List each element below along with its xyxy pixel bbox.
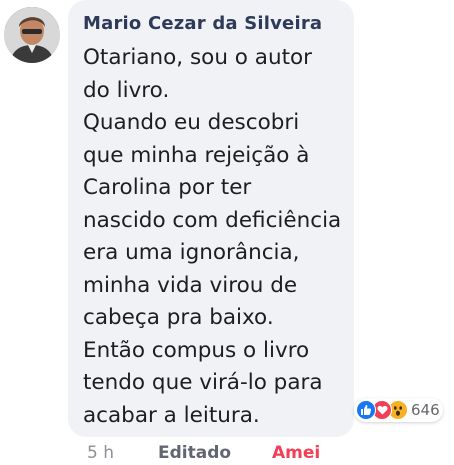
reactions-summary[interactable]: 646: [354, 398, 443, 422]
comment-line: tendo que virá-lo para: [83, 370, 323, 395]
person-photo-icon: [4, 7, 60, 63]
comment-text: Otariano, sou o autor do livro. Quando e…: [83, 42, 353, 432]
comment-bubble: Mario Cezar da Silveira Otariano, sou o …: [68, 0, 354, 437]
comment-line: acabar a leitura.: [83, 402, 260, 428]
avatar[interactable]: [4, 7, 60, 63]
comment-line: Quando eu descobri: [83, 110, 300, 135]
comment-line: minha vida virou de: [83, 272, 298, 298]
comment-line: Otariano, sou o autor: [83, 45, 312, 70]
like-icon: [356, 400, 376, 420]
comment-line: que minha rejeição à: [83, 142, 310, 168]
comment-thread: Mario Cezar da Silveira Otariano, sou o …: [0, 0, 454, 465]
comment-line: Então compus o livro: [83, 337, 310, 363]
love-reaction-button[interactable]: Amei: [272, 443, 320, 463]
comment-line: nascido com deficiência: [83, 207, 342, 233]
comment-line: Carolina por ter: [83, 175, 252, 200]
edited-label[interactable]: Editado: [158, 443, 231, 463]
author-name[interactable]: Mario Cezar da Silveira: [83, 13, 322, 34]
reaction-count: 646: [411, 401, 440, 419]
comment-line: do livro.: [83, 77, 170, 103]
comment-line: cabeça pra baixo.: [83, 305, 274, 330]
comment-line: era uma ignorância,: [83, 240, 300, 265]
comment-timestamp[interactable]: 5 h: [87, 443, 114, 463]
